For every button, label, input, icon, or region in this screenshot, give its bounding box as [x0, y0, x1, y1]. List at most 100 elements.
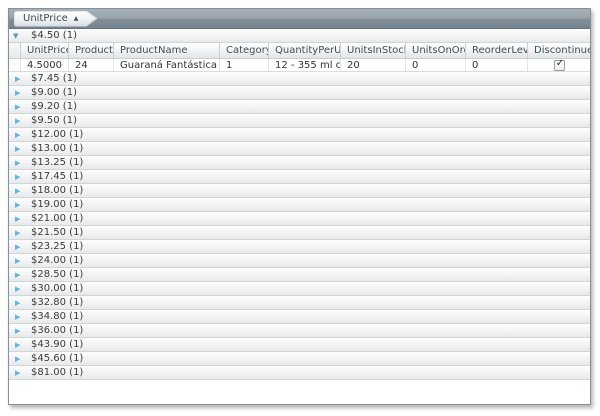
- collapse-arrow-icon[interactable]: ▼: [13, 29, 18, 43]
- cell-value: 12 - 355 ml cans: [275, 59, 341, 71]
- cell-unitsinstock: 20: [341, 59, 406, 71]
- cell-value: 0: [472, 59, 479, 71]
- expand-arrow-icon[interactable]: ▶: [15, 366, 20, 380]
- group-row[interactable]: ▶ $9.00 (1): [9, 86, 590, 100]
- row-indicator-gutter: [9, 43, 21, 58]
- expand-arrow-icon[interactable]: ▶: [15, 226, 20, 240]
- column-header-discontinued[interactable]: Discontinued: [528, 43, 590, 58]
- group-label: $81.00 (1): [31, 367, 84, 378]
- group-label: $34.80 (1): [31, 311, 84, 322]
- group-label: $36.00 (1): [31, 325, 84, 336]
- checkmark-icon: ✓: [555, 59, 565, 69]
- group-label: $9.50 (1): [31, 115, 77, 126]
- group-label: $7.45 (1): [31, 73, 77, 84]
- group-chip[interactable]: UnitPrice ▲: [14, 11, 97, 27]
- expand-arrow-icon[interactable]: ▶: [15, 352, 20, 366]
- group-row[interactable]: ▶ $18.00 (1): [9, 184, 590, 198]
- expand-arrow-icon[interactable]: ▶: [15, 156, 20, 170]
- group-label: $9.20 (1): [31, 101, 77, 112]
- group-row[interactable]: ▶ $19.00 (1): [9, 198, 590, 212]
- column-header-label: UnitsInStock: [347, 45, 406, 56]
- group-label: $9.00 (1): [31, 87, 77, 98]
- data-row[interactable]: 4.5000 24 Guaraná Fantástica 1 12 - 355 ml c…: [9, 59, 590, 72]
- column-header-label: QuantityPerUnit: [275, 45, 341, 56]
- expand-arrow-icon[interactable]: ▶: [15, 254, 20, 268]
- cell-value: 0: [412, 59, 419, 71]
- column-header-unitsonorder[interactable]: UnitsOnOrder: [406, 43, 466, 58]
- group-row[interactable]: ▶ $21.50 (1): [9, 226, 590, 240]
- cell-discontinued: ✓: [528, 59, 590, 71]
- group-by-panel[interactable]: UnitPrice ▲: [9, 9, 590, 29]
- row-indicator-gutter: [9, 59, 21, 71]
- expand-arrow-icon[interactable]: ▶: [15, 198, 20, 212]
- column-header-label: UnitsOnOrder: [412, 45, 465, 56]
- group-label: $18.00 (1): [31, 185, 84, 196]
- group-label: $17.45 (1): [31, 171, 84, 182]
- group-row[interactable]: ▶ $24.00 (1): [9, 254, 590, 268]
- cell-value: Guaraná Fantástica: [120, 59, 217, 71]
- group-label: $43.90 (1): [31, 339, 84, 350]
- cell-productname: Guaraná Fantástica: [114, 59, 220, 71]
- group-row[interactable]: ▶ $28.50 (1): [9, 268, 590, 282]
- column-header-productname[interactable]: ProductName: [114, 43, 220, 58]
- column-header-label: CategoryID: [226, 45, 268, 56]
- column-header-label: ProductID: [75, 45, 113, 56]
- group-label: $21.00 (1): [31, 213, 84, 224]
- group-row[interactable]: ▶ $34.80 (1): [9, 310, 590, 324]
- column-header-reorderlevel[interactable]: ReorderLevel: [466, 43, 528, 58]
- group-row[interactable]: ▶ $13.25 (1): [9, 156, 590, 170]
- group-row[interactable]: ▶ $30.00 (1): [9, 282, 590, 296]
- expand-arrow-icon[interactable]: ▶: [15, 170, 20, 184]
- rows-area: ▼ $4.50 (1) UnitPrice▲ ProductID ProductName…: [9, 29, 590, 380]
- group-label: $12.00 (1): [31, 129, 84, 140]
- expand-arrow-icon[interactable]: ▶: [15, 128, 20, 142]
- expand-arrow-icon[interactable]: ▶: [15, 310, 20, 324]
- group-chip-label: UnitPrice: [23, 13, 68, 24]
- group-row[interactable]: ▶ $81.00 (1): [9, 366, 590, 380]
- group-label: $4.50 (1): [31, 30, 77, 41]
- group-row[interactable]: ▶ $21.00 (1): [9, 212, 590, 226]
- group-row[interactable]: ▶ $12.00 (1): [9, 128, 590, 142]
- column-header-unitprice[interactable]: UnitPrice▲: [21, 43, 69, 58]
- column-header-row: UnitPrice▲ ProductID ProductName CategoryID…: [9, 43, 590, 59]
- group-row[interactable]: ▶ $17.45 (1): [9, 170, 590, 184]
- cell-value: 4.5000: [27, 59, 62, 71]
- group-label: $13.25 (1): [31, 157, 84, 168]
- group-label: $13.00 (1): [31, 143, 84, 154]
- column-header-unitsinstock[interactable]: UnitsInStock: [341, 43, 406, 58]
- column-header-quantityperunit[interactable]: QuantityPerUnit: [269, 43, 341, 58]
- column-header-categoryid[interactable]: CategoryID: [220, 43, 269, 58]
- cell-productid: 24: [69, 59, 114, 71]
- group-label: $21.50 (1): [31, 227, 84, 238]
- group-row[interactable]: ▶ $45.60 (1): [9, 352, 590, 366]
- expand-arrow-icon[interactable]: ▶: [15, 296, 20, 310]
- data-grid: UnitPrice ▲ ▼ $4.50 (1) UnitPrice▲ ProductI…: [8, 8, 591, 405]
- group-row[interactable]: ▶ $32.80 (1): [9, 296, 590, 310]
- expand-arrow-icon[interactable]: ▶: [15, 282, 20, 296]
- cell-unitsonorder: 0: [406, 59, 466, 71]
- expand-arrow-icon[interactable]: ▶: [15, 338, 20, 352]
- group-row[interactable]: ▼ $4.50 (1): [9, 29, 590, 43]
- group-row[interactable]: ▶ $36.00 (1): [9, 324, 590, 338]
- group-row[interactable]: ▶ $9.50 (1): [9, 114, 590, 128]
- column-header-label: ProductName: [120, 45, 188, 56]
- discontinued-checkbox[interactable]: ✓: [553, 59, 565, 71]
- group-row[interactable]: ▶ $9.20 (1): [9, 100, 590, 114]
- expand-arrow-icon[interactable]: ▶: [15, 324, 20, 338]
- group-row[interactable]: ▶ $23.25 (1): [9, 240, 590, 254]
- group-label: $19.00 (1): [31, 199, 84, 210]
- expand-arrow-icon[interactable]: ▶: [15, 86, 20, 100]
- expand-arrow-icon[interactable]: ▶: [15, 114, 20, 128]
- expand-arrow-icon[interactable]: ▶: [15, 100, 20, 114]
- expand-arrow-icon[interactable]: ▶: [15, 240, 20, 254]
- group-row[interactable]: ▶ $13.00 (1): [9, 142, 590, 156]
- expand-arrow-icon[interactable]: ▶: [15, 72, 20, 86]
- expand-arrow-icon[interactable]: ▶: [15, 184, 20, 198]
- expand-arrow-icon[interactable]: ▶: [15, 268, 20, 282]
- expand-arrow-icon[interactable]: ▶: [15, 142, 20, 156]
- cell-quantityperunit: 12 - 355 ml cans: [269, 59, 341, 71]
- group-row[interactable]: ▶ $7.45 (1): [9, 72, 590, 86]
- column-header-productid[interactable]: ProductID: [69, 43, 114, 58]
- group-row[interactable]: ▶ $43.90 (1): [9, 338, 590, 352]
- expand-arrow-icon[interactable]: ▶: [15, 212, 20, 226]
